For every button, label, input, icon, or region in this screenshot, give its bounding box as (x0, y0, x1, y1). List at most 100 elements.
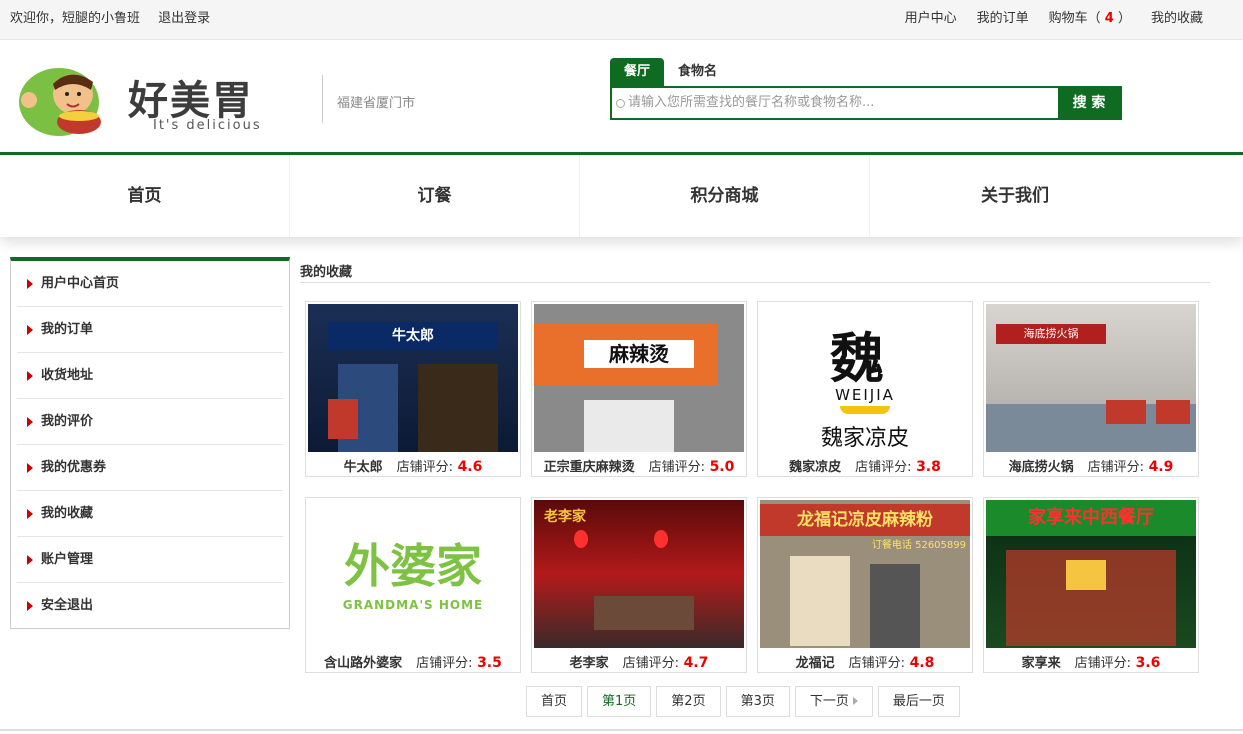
footer-divider (0, 729, 1243, 731)
restaurant-name: 龙福记 (795, 656, 835, 671)
store-sign: 海底捞火锅 (996, 324, 1106, 344)
cart-count: 4 (1104, 11, 1114, 26)
main-nav: 首页 订餐 积分商城 关于我们 (0, 155, 1243, 237)
restaurant-photo: 魏 WEIJIA 魏家凉皮 (760, 304, 970, 452)
chevron-right-icon (852, 697, 858, 705)
restaurant-card[interactable]: 家享来中西餐厅 家享来 店铺评分: 3.6 (983, 497, 1199, 673)
restaurant-name: 牛太郎 (343, 460, 383, 475)
user-sidebar: 用户中心首页 我的订单 收货地址 我的评价 我的优惠券 我的收藏 账户管理 安全… (10, 257, 290, 629)
restaurant-card[interactable]: 魏 WEIJIA 魏家凉皮 魏家凉皮 店铺评分: 3.8 (757, 301, 973, 477)
divider (322, 75, 323, 123)
city-location[interactable]: 福建省厦门市 (337, 92, 415, 111)
restaurant-name: 魏家凉皮 (789, 460, 842, 475)
arrow-right-icon (27, 555, 33, 565)
arrow-right-icon (27, 601, 33, 611)
search-input[interactable]: 请输入您所需查找的餐厅名称或食物名称... (612, 88, 1058, 118)
sidebar-item-reviews[interactable]: 我的评价 (17, 399, 283, 445)
restaurant-card[interactable]: 老李家 老李家 店铺评分: 4.7 (531, 497, 747, 673)
restaurant-score: 4.9 (1148, 459, 1174, 475)
score-label: 店铺评分: (1074, 656, 1132, 671)
page-2[interactable]: 第2页 (656, 686, 721, 717)
sidebar-item-label: 我的收藏 (41, 506, 94, 521)
search-tab-food[interactable]: 食物名 (664, 58, 731, 86)
sidebar-item-label: 我的评价 (41, 414, 94, 429)
nav-about[interactable]: 关于我们 (870, 155, 1160, 237)
restaurant-name: 含山路外婆家 (324, 656, 403, 671)
sidebar-item-coupons[interactable]: 我的优惠券 (17, 445, 283, 491)
page-first[interactable]: 首页 (526, 686, 583, 717)
score-label: 店铺评分: (855, 460, 912, 475)
restaurant-name: 老李家 (569, 656, 609, 671)
sidebar-item-account[interactable]: 账户管理 (17, 537, 283, 583)
cart-label: 购物车（ (1048, 11, 1101, 26)
sidebar-item-logout[interactable]: 安全退出 (17, 583, 283, 629)
my-orders-link[interactable]: 我的订单 (977, 0, 1029, 38)
nav-points-mall[interactable]: 积分商城 (580, 155, 870, 237)
search-tab-restaurant[interactable]: 餐厅 (610, 58, 665, 86)
nav-order[interactable]: 订餐 (290, 155, 580, 237)
store-sign: 牛太郎 (328, 322, 498, 350)
cart-close: ） (1117, 11, 1131, 26)
sidebar-item-label: 用户中心首页 (41, 276, 120, 291)
top-bar: 欢迎你，短腿的小鲁班 退出登录 用户中心 我的订单 购物车（ 4 ） 我的收藏 (0, 0, 1243, 40)
page-next[interactable]: 下一页 (794, 686, 873, 717)
store-sign: 龙福记凉皮麻辣粉 (760, 504, 970, 536)
page-last[interactable]: 最后一页 (877, 686, 960, 717)
arrow-right-icon (27, 509, 33, 519)
sidebar-item-label: 我的订单 (41, 322, 94, 337)
store-sign: 麻辣烫 (584, 340, 694, 368)
user-center-link[interactable]: 用户中心 (905, 0, 957, 38)
store-sign: 家享来中西餐厅 (986, 500, 1196, 536)
restaurant-score: 3.6 (1135, 655, 1161, 671)
sidebar-item-label: 我的优惠券 (41, 460, 107, 475)
sidebar-item-orders[interactable]: 我的订单 (17, 307, 283, 353)
store-sign: 魏家凉皮 (820, 426, 909, 451)
cart-link[interactable]: 购物车（ 4 ） (1049, 0, 1131, 38)
restaurant-score: 3.8 (916, 459, 941, 475)
restaurant-card[interactable]: 外婆家 GRANDMA'S HOME 含山路外婆家 店铺评分: 3.5 (305, 497, 521, 673)
score-label: 店铺评分: (622, 656, 680, 671)
restaurant-photo: 外婆家 GRANDMA'S HOME (308, 500, 518, 648)
arrow-right-icon (27, 371, 33, 381)
restaurant-score: 5.0 (709, 459, 735, 475)
search-button[interactable]: 搜 索 (1058, 88, 1120, 118)
restaurant-card[interactable]: 牛太郎 牛太郎 店铺评分: 4.6 (305, 301, 521, 477)
favorites-link[interactable]: 我的收藏 (1151, 0, 1203, 38)
welcome-text: 欢迎你，短腿的小鲁班 (10, 11, 141, 26)
page-3[interactable]: 第3页 (725, 686, 790, 717)
logo[interactable]: 好美胃 It's delicious (15, 60, 305, 140)
brand-slogan: It's delicious (153, 118, 262, 133)
restaurant-card[interactable]: 龙福记凉皮麻辣粉 订餐电话 52605899 龙福记 店铺评分: 4.8 (757, 497, 973, 673)
nav-home[interactable]: 首页 (0, 155, 290, 237)
header: 好美胃 It's delicious 福建省厦门市 餐厅 食物名 请输入您所需查… (0, 40, 1243, 155)
store-sign: 老李家 (544, 509, 586, 525)
restaurant-photo: 家享来中西餐厅 (986, 500, 1196, 648)
restaurant-photo: 海底捞火锅 (986, 304, 1196, 452)
sidebar-item-user-home[interactable]: 用户中心首页 (17, 261, 283, 307)
search-icon (616, 99, 625, 108)
page-next-label: 下一页 (809, 694, 849, 709)
restaurant-name: 家享来 (1021, 656, 1061, 671)
arrow-right-icon (27, 325, 33, 335)
section-title: 我的收藏 (300, 261, 1210, 283)
arrow-right-icon (27, 463, 33, 473)
sidebar-item-favorites[interactable]: 我的收藏 (17, 491, 283, 537)
store-subtitle: GRANDMA'S HOME (342, 598, 484, 612)
restaurant-name: 正宗重庆麻辣烫 (543, 460, 635, 475)
restaurant-card[interactable]: 海底捞火锅 海底捞火锅 店铺评分: 4.9 (983, 301, 1199, 477)
arrow-right-icon (27, 417, 33, 427)
restaurant-score: 4.6 (457, 459, 483, 475)
restaurant-photo: 老李家 (534, 500, 744, 648)
restaurant-card[interactable]: 麻辣烫 正宗重庆麻辣烫 店铺评分: 5.0 (531, 301, 747, 477)
main-content: 用户中心首页 我的订单 收货地址 我的评价 我的优惠券 我的收藏 账户管理 安全… (0, 237, 1243, 731)
page-1[interactable]: 第1页 (587, 686, 652, 717)
restaurant-photo: 牛太郎 (308, 304, 518, 452)
score-label: 店铺评分: (396, 460, 454, 475)
sidebar-item-address[interactable]: 收货地址 (17, 353, 283, 399)
score-label: 店铺评分: (1087, 460, 1145, 475)
restaurant-name: 海底捞火锅 (1008, 460, 1074, 475)
score-label: 店铺评分: (416, 656, 473, 671)
search-area: 餐厅 食物名 请输入您所需查找的餐厅名称或食物名称... 搜 索 (610, 58, 1122, 120)
sidebar-item-label: 收货地址 (41, 368, 94, 383)
logout-link[interactable]: 退出登录 (158, 11, 210, 26)
